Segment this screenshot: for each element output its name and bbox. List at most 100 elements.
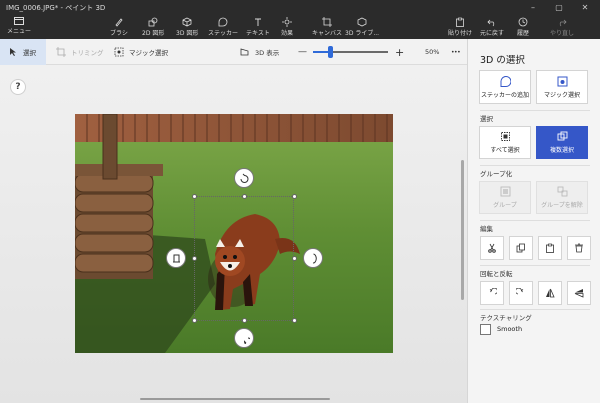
paste-panel-button[interactable] (538, 236, 562, 260)
help-button[interactable]: ? (10, 79, 26, 95)
redo-button[interactable]: やり直し (550, 17, 574, 39)
tab-label: キャンバス (312, 30, 343, 37)
select-all-button[interactable]: すべて選択 (479, 126, 531, 159)
rotate-z-handle[interactable] (234, 168, 254, 188)
multi-select-button[interactable]: 複数選択 (536, 126, 588, 159)
crop-tool[interactable]: トリミング (56, 39, 104, 65)
zoom-slider-thumb[interactable] (327, 46, 333, 58)
group-button[interactable]: グループ (479, 181, 531, 214)
add-sticker-button[interactable]: ステッカーの追加 (479, 70, 531, 104)
select-label: 選択 (23, 49, 36, 57)
resize-handle-top-right[interactable] (292, 194, 297, 199)
paste-icon (546, 243, 554, 253)
rotate-y-handle[interactable] (303, 248, 323, 268)
tab-label: 2D 図形 (142, 30, 165, 37)
rotate-y-icon (312, 253, 317, 263)
vertical-scrollbar[interactable] (461, 160, 464, 300)
edit-section-label: 編集 (480, 225, 493, 233)
tab-3d-library[interactable]: 3D ライブ... (345, 17, 379, 39)
3d-selection-panel: 3D の選択 ステッカーの追加 マジック選択 選択 すべて選択 複数選択 グルー… (467, 39, 600, 403)
magic-select-icon (557, 76, 567, 86)
magic-select-tool[interactable]: マジック選択 (114, 39, 168, 65)
zoom-value: 50% (425, 48, 440, 56)
tab-label: 効果 (281, 30, 294, 37)
flip-horizontal-icon (546, 288, 555, 298)
history-label: 履歴 (517, 30, 530, 37)
zoom-in-button[interactable]: + (395, 39, 404, 65)
ungroup-button[interactable]: グループを解除 (536, 181, 588, 214)
3d-library-icon (357, 17, 367, 27)
minimize-button[interactable]: – (520, 0, 546, 14)
rotate-right-button[interactable] (509, 281, 533, 305)
resize-handle-bottom[interactable] (242, 318, 247, 323)
resize-handle-right[interactable] (292, 256, 297, 261)
copy-button[interactable] (509, 236, 533, 260)
cut-button[interactable] (480, 236, 504, 260)
maximize-button[interactable]: ▢ (546, 0, 572, 14)
paste-icon (456, 17, 464, 27)
redo-icon (559, 19, 567, 27)
undo-icon (487, 19, 495, 27)
redo-label: やり直し (550, 30, 575, 37)
tab-brushes[interactable]: ブラシ (110, 17, 128, 39)
multi-select-label: 複数選択 (549, 147, 574, 154)
panel-magic-select-button[interactable]: マジック選択 (536, 70, 588, 104)
select-tool[interactable]: 選択 (0, 39, 46, 65)
tab-canvas[interactable]: キャンバス (312, 17, 342, 39)
flip-vertical-icon (574, 289, 584, 298)
panel-magic-select-label: マジック選択 (543, 91, 580, 99)
rotate-right-icon (516, 288, 524, 295)
more-options-button[interactable]: ••• (451, 39, 461, 65)
zoom-slider[interactable] (313, 46, 388, 58)
menu-label: メニュー (6, 28, 31, 35)
tab-effects[interactable]: 効果 (281, 17, 293, 39)
window-title: IMG_0006.JPG* - ペイント 3D (6, 4, 106, 12)
group-icon (500, 186, 510, 197)
smooth-checkbox[interactable] (480, 324, 491, 335)
delete-button[interactable] (567, 236, 591, 260)
ungroup-label: グループを解除 (541, 202, 583, 209)
tab-stickers[interactable]: ステッカー (208, 17, 238, 39)
push-back-handle[interactable] (234, 328, 254, 348)
close-button[interactable]: ✕ (572, 0, 598, 14)
divider (480, 165, 590, 166)
smooth-label: Smooth (497, 325, 523, 333)
tab-label: テキスト (246, 30, 270, 37)
group-section-label: グループ化 (480, 170, 513, 178)
magic-select-label: マジック選択 (129, 49, 168, 57)
resize-handle-bottom-right[interactable] (292, 318, 297, 323)
menu-button[interactable]: メニュー (4, 17, 34, 37)
paste-button[interactable]: 貼り付け (448, 17, 472, 39)
resize-handle-top[interactable] (242, 194, 247, 199)
text-icon (254, 18, 261, 26)
tab-label: 3D 図形 (176, 30, 199, 37)
divider (480, 265, 590, 266)
resize-handle-bottom-left[interactable] (192, 318, 197, 323)
history-button[interactable]: 履歴 (517, 17, 529, 39)
selection-box[interactable] (194, 196, 294, 321)
tab-label: 3D ライブ... (345, 30, 380, 37)
tab-2d-shapes[interactable]: 2D 図形 (142, 17, 164, 39)
scissors-icon (488, 243, 496, 253)
zoom-out-button[interactable]: — (298, 39, 307, 65)
rotate-x-handle[interactable] (166, 248, 186, 268)
rotate-left-button[interactable] (480, 281, 504, 305)
resize-handle-top-left[interactable] (192, 194, 197, 199)
undo-button[interactable]: 元に戻す (480, 17, 504, 39)
flip-vertical-button[interactable] (567, 281, 591, 305)
flip-horizontal-button[interactable] (538, 281, 562, 305)
divider (480, 220, 590, 221)
paste-label: 貼り付け (448, 30, 473, 37)
tab-3d-shapes[interactable]: 3D 図形 (176, 17, 198, 39)
3d-shapes-icon (182, 17, 192, 27)
effects-icon (282, 17, 292, 27)
horizontal-scrollbar[interactable] (140, 398, 330, 400)
tab-text[interactable]: テキスト (246, 17, 270, 39)
resize-handle-left[interactable] (192, 256, 197, 261)
select-all-label: すべて選択 (490, 147, 520, 154)
add-sticker-label: ステッカーの追加 (480, 91, 529, 99)
sticker-icon (499, 75, 511, 87)
tab-label: ステッカー (208, 30, 239, 37)
view-3d-button[interactable]: 3D 表示 (240, 39, 279, 65)
ungroup-icon (557, 186, 567, 197)
